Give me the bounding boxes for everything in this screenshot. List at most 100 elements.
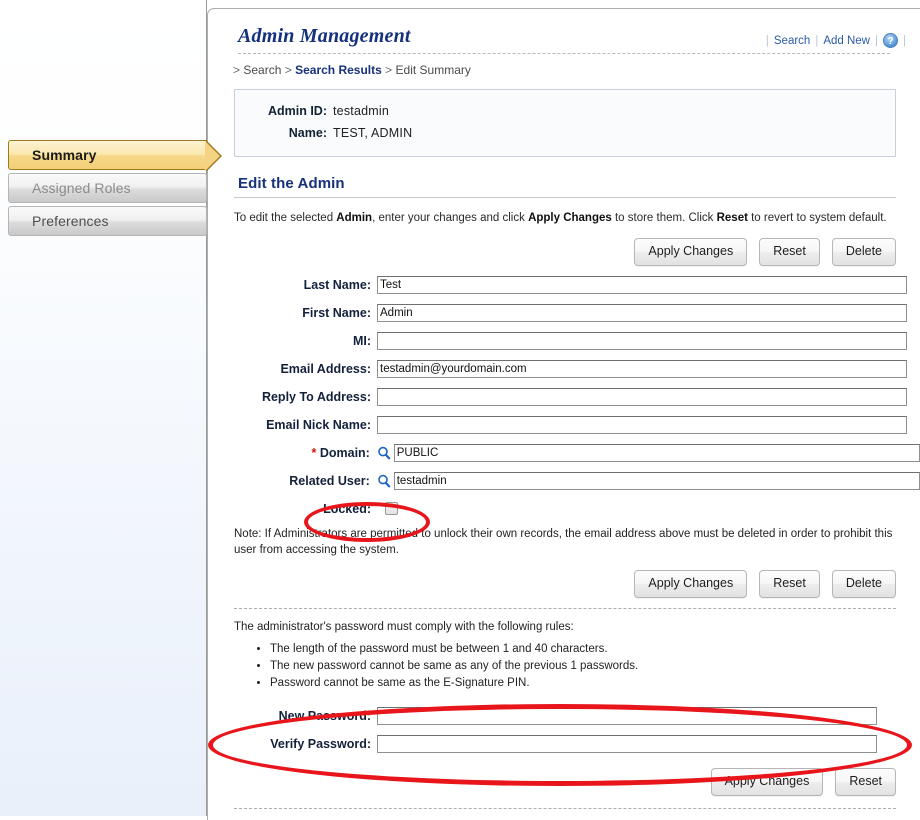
- sidebar-tab-preferences-label: Preferences: [32, 213, 109, 229]
- add-new-link[interactable]: Add New: [823, 35, 870, 47]
- first-name-label: First Name:: [302, 305, 371, 320]
- mi-label: MI:: [352, 333, 371, 348]
- password-form: New Password: Verify Password:: [208, 705, 920, 754]
- left-rail: [0, 0, 207, 816]
- name-label: Name:: [288, 126, 327, 140]
- header-links: | Search | Add New | ? |: [766, 33, 906, 48]
- field-row-domain: * Domain:: [208, 442, 920, 463]
- section-title: Edit the Admin: [238, 175, 345, 192]
- admin-id-value: testadmin: [333, 104, 389, 118]
- pipe-separator: |: [903, 34, 906, 47]
- pipe-separator: |: [875, 34, 878, 47]
- magnifier-icon-domain[interactable]: [376, 446, 392, 460]
- new-password-label: New Password:: [278, 708, 371, 723]
- instruction-part-3: to store them. Click: [611, 212, 717, 224]
- sidebar-tab-assigned-roles[interactable]: Assigned Roles: [8, 173, 207, 203]
- breadcrumb: > Search > Search Results > Edit Summary: [208, 54, 920, 77]
- password-rule-item: The length of the password must be betwe…: [270, 641, 896, 657]
- apply-changes-button-middle[interactable]: Apply Changes: [634, 570, 748, 598]
- apply-changes-button-top[interactable]: Apply Changes: [634, 238, 748, 266]
- admin-form: Last Name: First Name: MI: Email Address…: [208, 274, 920, 519]
- last-name-label: Last Name:: [303, 277, 371, 292]
- email-nick-name-input[interactable]: [377, 415, 907, 434]
- reset-button-top[interactable]: Reset: [759, 238, 820, 266]
- locked-checkbox[interactable]: [385, 502, 398, 515]
- main-content-panel: Admin Management | Search | Add New | ? …: [207, 8, 920, 820]
- page-title: Admin Management: [238, 25, 411, 47]
- sidebar-tab-summary-label: Summary: [32, 147, 97, 163]
- verify-password-input[interactable]: [377, 734, 877, 753]
- field-row-last-name: Last Name:: [208, 274, 920, 295]
- email-address-label: Email Address:: [280, 361, 371, 376]
- breadcrumb-separator: >: [385, 63, 393, 77]
- tab-arrow-fill: [205, 141, 220, 171]
- email-address-input[interactable]: [377, 359, 907, 378]
- last-name-input[interactable]: [377, 275, 907, 294]
- breadcrumb-item-search[interactable]: Search: [243, 63, 281, 77]
- field-row-new-password: New Password:: [208, 705, 920, 726]
- magnifier-icon-related-user[interactable]: [376, 474, 392, 488]
- reset-button-password[interactable]: Reset: [835, 768, 896, 796]
- reset-button-middle[interactable]: Reset: [759, 570, 820, 598]
- related-user-input[interactable]: [393, 471, 920, 490]
- sidebar-tab-stack: Summary Assigned Roles Preferences: [8, 140, 223, 239]
- instruction-bold-admin: Admin: [336, 212, 373, 224]
- instruction-part-4: to revert to system default.: [747, 212, 887, 224]
- breadcrumb-item-search-results[interactable]: Search Results: [295, 63, 382, 77]
- middle-button-row: Apply Changes Reset Delete: [234, 570, 896, 598]
- breadcrumb-prefix: >: [233, 63, 241, 77]
- summary-row-admin-id: Admin ID: testadmin: [235, 100, 895, 122]
- reply-to-address-input[interactable]: [377, 387, 907, 406]
- sidebar-tab-assigned-roles-label: Assigned Roles: [32, 180, 131, 196]
- search-link[interactable]: Search: [774, 35, 810, 47]
- related-user-label: Related User:: [289, 473, 370, 488]
- password-section-divider: [234, 608, 896, 609]
- password-rules-list: The length of the password must be betwe…: [252, 641, 896, 691]
- instruction-part-1: To edit the selected: [234, 212, 337, 224]
- first-name-input[interactable]: [377, 303, 907, 322]
- field-row-email-address: Email Address:: [208, 358, 920, 379]
- field-row-locked: Locked:: [208, 498, 920, 519]
- delete-button-middle[interactable]: Delete: [831, 570, 896, 598]
- verify-password-label: Verify Password:: [270, 736, 371, 751]
- reply-to-address-label: Reply To Address:: [261, 389, 371, 404]
- domain-input[interactable]: [393, 443, 920, 462]
- section-divider: [234, 197, 896, 198]
- domain-label-text: Domain:: [319, 445, 370, 460]
- required-asterisk: *: [311, 445, 317, 460]
- instruction-bold-apply: Apply Changes: [528, 212, 612, 224]
- instruction-bold-reset: Reset: [716, 212, 748, 224]
- breadcrumb-separator: >: [284, 63, 292, 77]
- password-button-row: Apply Changes Reset: [234, 768, 896, 796]
- panel-header: Admin Management | Search | Add New | ? …: [208, 9, 920, 49]
- instruction-part-2: , enter your changes and click: [372, 212, 529, 224]
- apply-changes-button-password[interactable]: Apply Changes: [710, 768, 824, 796]
- sidebar-tab-preferences[interactable]: Preferences: [8, 206, 207, 236]
- locked-note-text: Note: If Administrators are permitted to…: [234, 528, 893, 556]
- pipe-separator: |: [815, 34, 819, 47]
- section-instruction: To edit the selected Admin, enter your c…: [234, 210, 896, 226]
- new-password-input[interactable]: [377, 706, 877, 725]
- field-row-reply-to-address: Reply To Address:: [208, 386, 920, 407]
- password-rule-item: Password cannot be same as the E-Signatu…: [270, 675, 896, 691]
- field-row-email-nick-name: Email Nick Name:: [208, 414, 920, 435]
- locked-label: Locked:: [323, 501, 371, 516]
- password-rules-intro: The administrator's password must comply…: [234, 621, 574, 633]
- field-row-verify-password: Verify Password:: [208, 733, 920, 754]
- sidebar-tab-summary[interactable]: Summary: [8, 140, 222, 172]
- field-row-mi: MI:: [208, 330, 920, 351]
- breadcrumb-item-edit-summary: Edit Summary: [395, 63, 471, 77]
- admin-id-label: Admin ID:: [267, 104, 327, 118]
- pipe-separator: |: [765, 34, 769, 47]
- mi-input[interactable]: [377, 331, 907, 350]
- field-row-related-user: Related User:: [208, 470, 920, 491]
- domain-label: * Domain:: [208, 446, 376, 460]
- field-row-first-name: First Name:: [208, 302, 920, 323]
- email-nick-name-label: Email Nick Name:: [266, 417, 371, 432]
- help-question-icon[interactable]: ?: [883, 33, 898, 48]
- top-button-row: Apply Changes Reset Delete: [234, 238, 896, 266]
- bottom-divider: [234, 808, 896, 809]
- password-rule-item: The new password cannot be same as any o…: [270, 658, 896, 674]
- summary-row-name: Name: TEST, ADMIN: [235, 122, 895, 144]
- delete-button-top[interactable]: Delete: [831, 238, 896, 266]
